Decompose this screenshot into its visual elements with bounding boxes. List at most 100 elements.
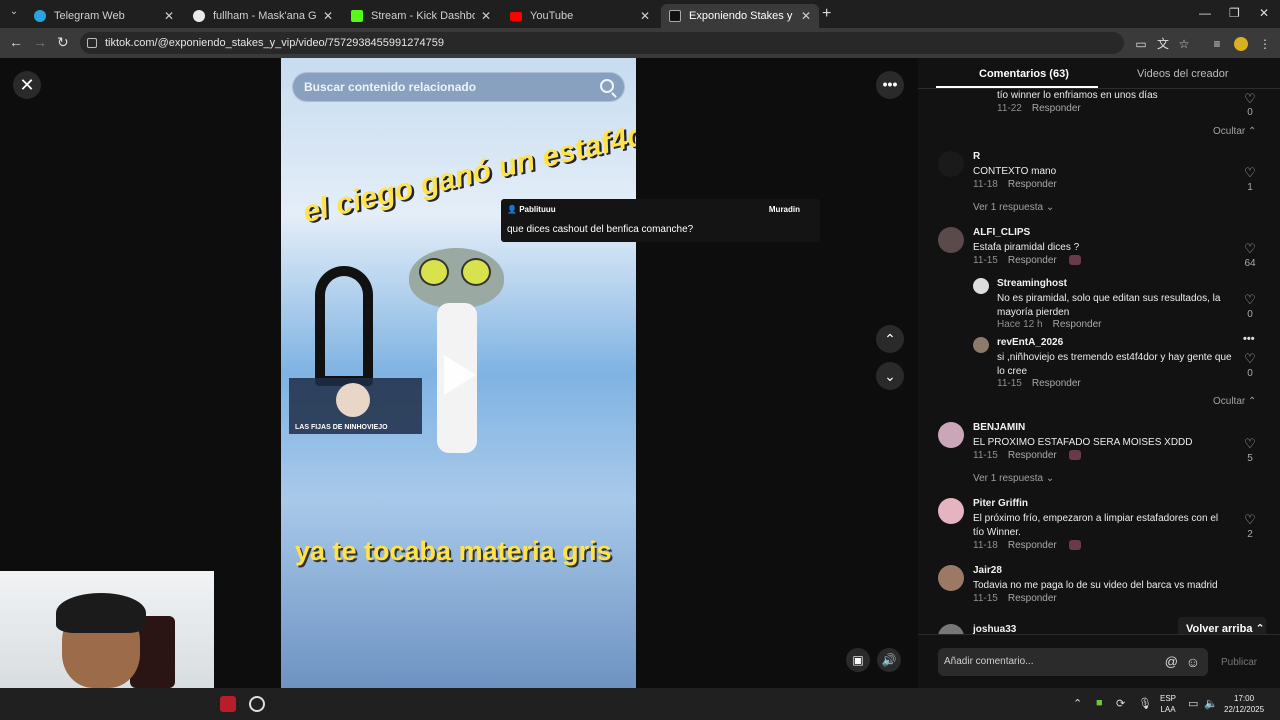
tab-tiktok[interactable]: Exponiendo Stakes y Grupos Vi ✕	[661, 4, 819, 28]
youtube-icon	[510, 11, 522, 21]
creator-liked-badge	[1068, 255, 1081, 266]
bookmark-star-icon[interactable]: ☆	[1177, 37, 1191, 51]
translate-icon[interactable]: 文	[1156, 37, 1170, 51]
clock[interactable]: 17:00 22/12/2025	[1224, 693, 1264, 715]
related-search-input[interactable]: Buscar contenido relacionado	[292, 72, 625, 102]
heart-icon[interactable]: ♡	[1243, 293, 1257, 307]
chat-brand: Muradin	[768, 205, 800, 214]
app-icon[interactable]	[220, 696, 236, 712]
tab-search-icon[interactable]: ⌄	[6, 6, 22, 22]
reply-button[interactable]: Responder	[1008, 540, 1057, 551]
network-icon[interactable]: ▭	[1188, 697, 1198, 710]
heart-icon[interactable]: ♡	[1243, 352, 1257, 366]
view-replies-button[interactable]: Ver 1 respuesta ⌄	[973, 473, 1054, 484]
creator-liked-badge	[1068, 540, 1081, 551]
avatar[interactable]	[938, 565, 964, 591]
site-info-icon[interactable]	[87, 38, 97, 48]
close-icon[interactable]: ✕	[323, 9, 333, 23]
mourning-ribbon	[315, 266, 373, 386]
reply-button[interactable]: Responder	[1032, 378, 1081, 389]
reply-button[interactable]: Responder	[1008, 179, 1057, 190]
tab-telegram[interactable]: Telegram Web ✕	[26, 4, 182, 28]
comment-list[interactable]: tío winner lo enfriamos en unos días 11-…	[918, 89, 1280, 634]
tiktok-video-page: ✕ el ciego ganó un estaf4d0r ya te tocab…	[0, 58, 1280, 688]
restore-icon[interactable]: ❐	[1229, 6, 1240, 20]
hide-replies-button[interactable]: Ocultar ⌃	[1213, 396, 1256, 407]
profile-avatar[interactable]	[1234, 37, 1248, 51]
window-close-icon[interactable]: ✕	[1259, 6, 1269, 20]
reply-button[interactable]: Responder	[1008, 450, 1057, 461]
avatar[interactable]	[938, 227, 964, 253]
tab-kick[interactable]: Stream - Kick Dashboard ✕	[343, 4, 499, 28]
sync-icon[interactable]: ⟳	[1116, 697, 1125, 710]
tab-creator-videos[interactable]: Videos del creador	[1137, 68, 1229, 80]
reload-icon[interactable]: ↻	[57, 34, 69, 51]
heart-icon[interactable]: ♡	[1243, 242, 1257, 256]
url-field[interactable]: tiktok.com/@exponiendo_stakes_y_vip/vide…	[80, 32, 1124, 54]
video-caption-bottom: ya te tocaba materia gris	[295, 536, 612, 566]
close-icon[interactable]: ✕	[164, 9, 174, 23]
new-tab-icon[interactable]: +	[822, 5, 831, 23]
mention-icon[interactable]: @	[1165, 648, 1178, 676]
avatar[interactable]	[973, 278, 989, 294]
tray-chevron-icon[interactable]: ⌃	[1073, 697, 1082, 710]
hide-replies-button[interactable]: Ocultar ⌃	[1213, 126, 1256, 137]
emoji-icon[interactable]: ☺	[1186, 648, 1200, 676]
comment-input[interactable]: Añadir comentario... @ ☺	[938, 648, 1208, 676]
chevron-up-icon[interactable]: ⌃	[876, 325, 904, 353]
avatar[interactable]	[973, 337, 989, 353]
reading-list-icon[interactable]: ≡	[1210, 37, 1224, 51]
cast-icon[interactable]: ▭	[1134, 37, 1148, 51]
avatar[interactable]	[938, 151, 964, 177]
close-icon[interactable]: ✕	[801, 9, 811, 23]
obs-icon[interactable]	[249, 696, 265, 712]
publish-button[interactable]: Publicar	[1221, 657, 1257, 668]
google-icon	[193, 10, 205, 22]
creator-liked-badge	[1068, 450, 1081, 461]
view-replies-button[interactable]: Ver 1 respuesta ⌄	[973, 202, 1054, 213]
forward-icon[interactable]: →	[33, 34, 47, 50]
heart-icon[interactable]: ♡	[1243, 92, 1257, 106]
avatar[interactable]	[938, 498, 964, 524]
avatar[interactable]	[938, 422, 964, 448]
reply-button[interactable]: Responder	[1008, 255, 1057, 266]
avatar[interactable]	[938, 624, 964, 634]
menu-icon[interactable]: ⋮	[1258, 37, 1272, 51]
tab-youtube[interactable]: YouTube ✕	[502, 4, 658, 28]
streamer-avatar	[336, 383, 370, 417]
back-icon[interactable]: ←	[9, 34, 23, 50]
address-toolbar: ← → ↻ tiktok.com/@exponiendo_stakes_y_vi…	[0, 28, 1280, 58]
telegram-icon	[34, 10, 46, 22]
more-options-icon[interactable]: •••	[876, 71, 904, 99]
speaker-icon[interactable]: 🔈	[1204, 697, 1218, 710]
browser-tab-bar: ⌄ Telegram Web ✕ fullham - Mask'ana Goog…	[0, 0, 1280, 28]
close-icon[interactable]: ✕	[640, 9, 650, 23]
heart-icon[interactable]: ♡	[1243, 513, 1257, 527]
chat-user: 👤 Pablituuu	[507, 205, 556, 214]
more-icon[interactable]: •••	[1243, 333, 1255, 345]
tab-comments[interactable]: Comentarios (63)	[979, 68, 1069, 80]
reply-button[interactable]: Responder	[1053, 319, 1102, 330]
chevron-down-icon[interactable]: ⌄	[876, 362, 904, 390]
play-icon[interactable]	[444, 355, 476, 395]
pip-icon[interactable]: ▣	[846, 648, 870, 672]
close-video-icon[interactable]: ✕	[13, 71, 41, 99]
chat-message: que dices cashout del benfica comanche?	[507, 224, 694, 235]
heart-icon[interactable]: ♡	[1243, 166, 1257, 180]
volume-icon[interactable]: 🔊	[877, 648, 901, 672]
reply-button[interactable]: Responder	[1032, 103, 1081, 114]
language-indicator[interactable]: ESP LAA	[1160, 693, 1176, 715]
reply-button[interactable]: Responder	[1008, 593, 1057, 604]
heart-icon[interactable]: ♡	[1243, 437, 1257, 451]
kick-icon	[351, 10, 363, 22]
back-to-top-button[interactable]: Volver arriba ⌃	[1178, 617, 1266, 634]
nvidia-icon[interactable]: ■	[1096, 697, 1103, 709]
close-icon[interactable]: ✕	[481, 9, 491, 23]
tab-google[interactable]: fullham - Mask'ana Google ✕	[185, 4, 341, 28]
microphone-icon[interactable]: 🎙	[1138, 697, 1152, 710]
minimize-icon[interactable]: —	[1199, 6, 1211, 20]
webcam-overlay	[0, 571, 214, 688]
search-icon[interactable]	[600, 79, 614, 93]
video-player[interactable]: el ciego ganó un estaf4d0r ya te tocaba …	[281, 58, 636, 688]
comments-panel: Comentarios (63) Videos del creador tío …	[918, 58, 1280, 688]
